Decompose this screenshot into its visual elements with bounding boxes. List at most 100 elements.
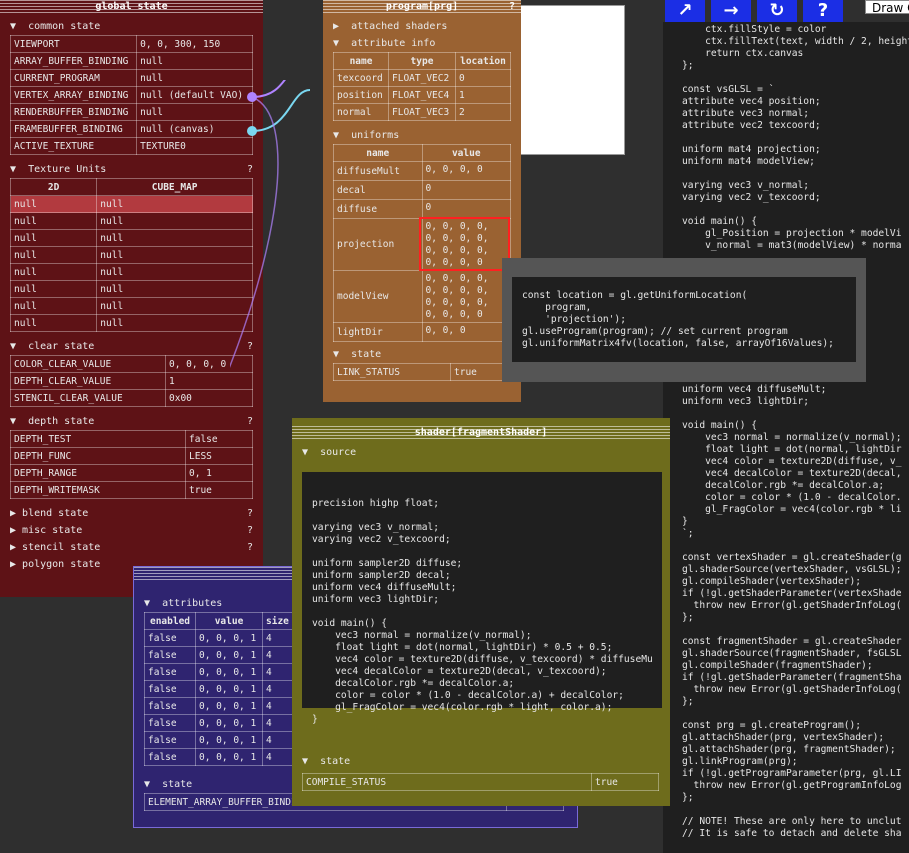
- attr-size: 4: [262, 714, 293, 732]
- step-button[interactable]: →: [711, 0, 751, 22]
- global-state-title[interactable]: global state: [0, 0, 263, 14]
- table-row: false 0, 0, 0, 14: [144, 714, 293, 732]
- state-name: VIEWPORT: [9, 35, 138, 53]
- uniform-value: 0, 0, 0, 0, 0, 0, 0, 0, 0, 0, 0, 0, 0, 0…: [421, 270, 511, 323]
- table-row: false 0, 0, 0, 14: [144, 629, 293, 647]
- tooltip-code: const location = gl.getUniformLocation( …: [512, 277, 856, 362]
- section-label: polygon state: [22, 559, 101, 570]
- table-row: LINK_STATUS true: [333, 363, 511, 381]
- connector-dot[interactable]: [247, 126, 257, 136]
- state-value: true: [591, 773, 659, 791]
- panel-title: program[prg]: [385, 1, 459, 12]
- section-label: state: [351, 349, 382, 360]
- attr-value: 0, 0, 0, 1: [195, 629, 263, 647]
- table-row: null null: [9, 212, 253, 230]
- column-header: value: [195, 612, 263, 630]
- texture-2d: null: [9, 314, 98, 332]
- toolbar: ↗ → ↻ ? Draw C: [663, 0, 909, 22]
- attr-type: FLOAT_VEC3: [388, 103, 456, 121]
- table-row: null null: [9, 280, 253, 298]
- fs-state-table: COMPILE_STATUS true: [302, 773, 659, 791]
- program-title[interactable]: program[prg]?: [323, 0, 521, 14]
- shader-source[interactable]: precision highp float; varying vec3 v_no…: [302, 472, 662, 725]
- fragment-shader-panel: shader[fragmentShader] ▼ source precisio…: [292, 418, 670, 806]
- state-name: DEPTH_WRITEMASK: [10, 481, 186, 499]
- section-label: source: [320, 447, 357, 458]
- table-row: ACTIVE_TEXTURE TEXTURE0: [9, 137, 253, 155]
- attribute-info-header[interactable]: ▼ attribute info: [323, 35, 521, 52]
- section-label: blend state: [22, 508, 89, 519]
- uniform-name: lightDir: [333, 322, 423, 342]
- program-state-header[interactable]: ▼ state: [323, 346, 521, 363]
- table-row: DEPTH_RANGE 0, 1: [10, 464, 253, 482]
- panel-title: global state: [95, 1, 168, 12]
- common-state-table: VIEWPORT 0, 0, 300, 150 ARRAY_BUFFER_BINDI…: [9, 35, 253, 155]
- collapsed-section-header[interactable]: ▶ misc state?: [0, 522, 263, 539]
- draw-select[interactable]: Draw C: [865, 0, 909, 15]
- column-header: name: [332, 52, 390, 70]
- texture-2d: null: [9, 229, 98, 247]
- common-state-header[interactable]: ▼ common state: [0, 18, 263, 35]
- uniforms-header[interactable]: ▼ uniforms: [323, 127, 521, 144]
- uniform-value: 0: [421, 199, 511, 219]
- attr-value: 0, 0, 0, 1: [195, 714, 263, 732]
- open-external-button[interactable]: ↗: [665, 0, 705, 22]
- table-row: texcoord FLOAT_VEC2 0: [332, 69, 512, 87]
- table-row: VIEWPORT 0, 0, 300, 150: [9, 35, 253, 53]
- column-header: value: [421, 144, 511, 162]
- attr-size: 4: [262, 680, 293, 698]
- state-name: LINK_STATUS: [333, 363, 451, 381]
- attr-name: texcoord: [332, 69, 390, 87]
- texture-units-header[interactable]: ▼ Texture Units?: [0, 161, 263, 178]
- uniform-name: modelView: [333, 270, 423, 323]
- state-name: DEPTH_FUNC: [10, 447, 186, 465]
- projection-highlight: [419, 217, 510, 271]
- vertex-attributes-table: enabled value size false 0, 0, 0, 1 4 false…: [144, 612, 293, 766]
- texture-units-table: 2D CUBE_MAP null null null null null null null…: [9, 178, 253, 332]
- clear-state-header[interactable]: ▼ clear state?: [0, 338, 263, 355]
- attached-shaders-header[interactable]: ▶ attached shaders: [323, 18, 521, 35]
- table-row: false 0, 0, 0, 14: [144, 646, 293, 664]
- state-name: ACTIVE_TEXTURE: [9, 137, 138, 155]
- uniform-name: diffuseMult: [333, 161, 423, 181]
- program-panel: program[prg]? ▶ attached shaders ▼ attri…: [323, 0, 521, 402]
- collapsed-section-header[interactable]: ▶ blend state?: [0, 505, 263, 522]
- arrow-right-icon: →: [723, 0, 739, 21]
- connector-dot[interactable]: [247, 92, 257, 102]
- help-icon[interactable]: ?: [509, 0, 515, 13]
- fs-state-header[interactable]: ▼ state: [292, 753, 350, 770]
- help-button[interactable]: ?: [803, 0, 843, 22]
- source-header[interactable]: ▼ source: [292, 444, 670, 461]
- section-label: attribute info: [351, 38, 436, 49]
- fragment-shader-title[interactable]: shader[fragmentShader]: [292, 426, 670, 440]
- attr-enabled: false: [144, 731, 196, 749]
- state-name: VERTEX_ARRAY_BINDING: [9, 86, 138, 104]
- column-header: location: [454, 52, 512, 70]
- state-name: COMPILE_STATUS: [302, 773, 592, 791]
- table-row: ARRAY_BUFFER_BINDING null: [9, 52, 253, 70]
- section-label: misc state: [22, 525, 83, 536]
- attr-type: FLOAT_VEC4: [388, 86, 456, 104]
- table-row: lightDir 0, 0, 0: [333, 322, 511, 342]
- table-row: VERTEX_ARRAY_BINDING null (default VAO): [9, 86, 253, 104]
- uniform-name: decal: [333, 180, 423, 200]
- table-row: decal 0: [333, 180, 511, 200]
- editor-code[interactable]: ctx.fillStyle = color ctx.fillText(text,…: [663, 20, 909, 840]
- column-header: size: [262, 612, 293, 630]
- attr-size: 4: [262, 697, 293, 715]
- depth-state-header[interactable]: ▼ depth state?: [0, 413, 263, 430]
- open-external-icon: ↗: [677, 0, 693, 21]
- table-row: position FLOAT_VEC4 1: [332, 86, 512, 104]
- collapsed-section-header[interactable]: ▶ stencil state?: [0, 539, 263, 556]
- state-value: null: [136, 52, 253, 70]
- section-label: state: [162, 779, 193, 790]
- table-row: false 0, 0, 0, 14: [144, 697, 293, 715]
- attr-value: 0, 0, 0, 1: [195, 680, 263, 698]
- connector-curve: [230, 96, 279, 368]
- restart-button[interactable]: ↻: [757, 0, 797, 22]
- table-row: COMPILE_STATUS true: [302, 773, 659, 791]
- table-row: diffuse 0: [333, 199, 511, 219]
- texture-2d: null: [9, 263, 98, 281]
- code-editor[interactable]: ctx.fillStyle = color ctx.fillText(text,…: [663, 20, 909, 853]
- attr-name: normal: [332, 103, 390, 121]
